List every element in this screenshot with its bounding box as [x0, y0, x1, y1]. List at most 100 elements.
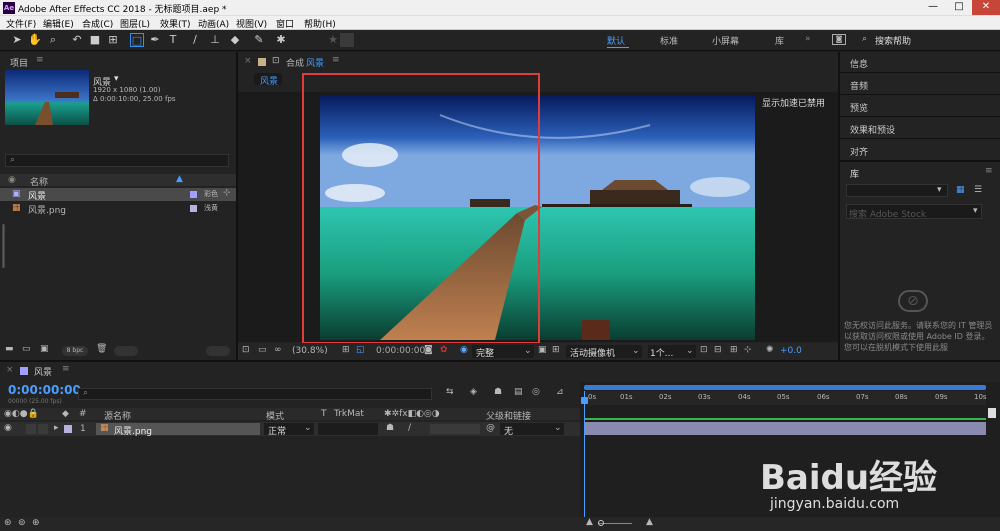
layer-name-cell[interactable]: ▦ 风景.png — [96, 423, 260, 437]
solo-toggle[interactable] — [26, 424, 36, 434]
render-toggle-button[interactable] — [206, 346, 230, 356]
panel-menu-icon[interactable]: ≡ — [985, 166, 993, 176]
exposure-value[interactable]: +0.0 — [780, 346, 802, 356]
expand-arrow-icon[interactable]: ▸ — [54, 423, 59, 433]
panel-menu-icon[interactable]: ≡ — [62, 364, 70, 374]
close-tab-icon[interactable]: × — [6, 365, 14, 375]
sort-ascending-icon[interactable]: ▲ — [176, 174, 183, 184]
layer-search-input[interactable]: ⌕ — [78, 388, 432, 400]
lock-toggle[interactable] — [38, 424, 48, 434]
eye-icon[interactable]: ◉ — [4, 423, 12, 433]
lock-icon[interactable] — [20, 367, 28, 375]
parent-select[interactable]: 无 ⌄ — [500, 423, 564, 437]
region-icon[interactable]: ◱ — [356, 345, 365, 355]
project-row-composition[interactable]: ▣ 风景 彩色 ⊹ — [0, 188, 236, 202]
menu-window[interactable]: 窗口 — [276, 17, 294, 30]
pen-tool-icon[interactable]: ✒ — [148, 33, 162, 47]
menu-layer[interactable]: 图层(L) — [120, 17, 150, 30]
switch-toggles[interactable] — [430, 424, 480, 434]
quality-switch-icon[interactable]: / — [408, 423, 411, 433]
viewer-timecode[interactable]: 0:00:00:00 — [376, 346, 425, 356]
workspace-standard[interactable]: 标准 — [660, 34, 678, 47]
exposure-icon[interactable]: ✺ — [766, 345, 774, 355]
library-panel-title[interactable]: 库 — [850, 167, 859, 180]
label-color-swatch[interactable] — [190, 205, 197, 212]
menu-file[interactable]: 文件(F) — [6, 17, 36, 30]
playhead-handle[interactable] — [581, 397, 588, 404]
monitor-icon[interactable]: ▭ — [258, 345, 267, 355]
lock-icon[interactable] — [258, 58, 266, 66]
list-view-icon[interactable]: ☰ — [974, 185, 982, 195]
composition-tab-prefix[interactable]: 合成 — [286, 56, 304, 69]
menu-help[interactable]: 帮助(H) — [304, 17, 336, 30]
views-select[interactable]: 1个... ⌄ — [648, 345, 696, 359]
brush-tool-icon[interactable]: / — [188, 33, 202, 47]
roto-brush-tool-icon[interactable]: ✎ — [252, 33, 266, 47]
timeline-icon[interactable]: ⊞ — [730, 345, 738, 355]
audio-panel-tab[interactable]: 音频 — [850, 79, 868, 92]
project-search-input[interactable]: ⌕ — [5, 154, 229, 167]
always-preview-icon[interactable]: ⊡ — [242, 345, 250, 355]
minimize-button[interactable]: — — [920, 0, 946, 15]
bit-depth-button[interactable]: 8 bpc — [62, 346, 88, 356]
source-name-header[interactable]: 源名称 — [104, 409, 131, 422]
project-row-footage[interactable]: ▦ 风景.png 浅黄 — [0, 202, 236, 216]
motion-blur-icon[interactable]: ◎ — [532, 387, 540, 397]
layer-row[interactable]: ◉ ▸ 1 ▦ 风景.png 正常 ⌄ ☗ / @ 无 ⌄ — [0, 422, 580, 437]
menu-composition[interactable]: 合成(C) — [82, 17, 113, 30]
star-icon[interactable]: ★ — [326, 33, 340, 47]
workspace-more-icon[interactable]: » — [805, 34, 811, 44]
show-channel-icon[interactable]: ✿ — [440, 345, 448, 355]
new-composition-icon[interactable]: ▣ — [40, 344, 49, 354]
layer-label-swatch[interactable] — [64, 425, 72, 433]
align-panel-tab[interactable]: 对齐 — [850, 145, 868, 158]
flowchart-icon[interactable]: ⊹ — [744, 345, 752, 355]
comp-marker-icon[interactable] — [988, 408, 996, 418]
quality-select[interactable]: 完整 ⌄ — [472, 345, 534, 359]
interpret-footage-icon[interactable]: ▬ — [5, 344, 14, 354]
menu-view[interactable]: 视图(V) — [236, 17, 267, 30]
timeline-timecode[interactable]: 0:00:00:00 — [8, 383, 81, 397]
zoom-out-icon[interactable]: ▲ — [586, 517, 593, 527]
mask-visibility-icon[interactable]: ∞ — [274, 345, 282, 355]
render-time-icon[interactable]: ⊕ — [32, 518, 40, 528]
workspace-library[interactable]: 库 — [775, 34, 784, 47]
flowchart-icon[interactable]: ⊹ — [223, 188, 231, 198]
text-tool-icon[interactable]: T — [166, 33, 180, 47]
snapping-icon[interactable] — [340, 33, 354, 47]
trkmat-select[interactable] — [318, 423, 378, 435]
search-help-input[interactable]: 搜索帮助 — [875, 34, 911, 47]
info-panel-tab[interactable]: 信息 — [850, 57, 868, 70]
shy-switch-icon[interactable]: ☗ — [386, 423, 394, 433]
close-tab-icon[interactable]: × — [244, 56, 252, 66]
delete-icon[interactable]: 🗑 — [96, 344, 107, 354]
sync-icon[interactable]: ◙ — [832, 34, 846, 45]
toggle-pixel-icon[interactable]: ⊡ — [700, 345, 708, 355]
preview-panel-tab[interactable]: 预览 — [850, 101, 868, 114]
composition-tab-name[interactable]: 风景 — [306, 56, 324, 69]
zoom-slider-handle[interactable] — [598, 520, 604, 526]
pick-whip-icon[interactable]: @ — [486, 423, 495, 433]
library-select[interactable]: ▾ — [846, 184, 948, 197]
workspace-small-screen[interactable]: 小屏幕 — [712, 34, 739, 47]
shy-icon[interactable]: ☗ — [494, 387, 502, 397]
toggle-button[interactable] — [114, 346, 138, 356]
zoom-level[interactable]: (30.8%) — [292, 346, 328, 356]
work-area-bar[interactable] — [584, 385, 986, 390]
layer-duration-bar[interactable] — [584, 422, 986, 435]
grid-view-icon[interactable]: ▦ — [956, 185, 965, 195]
effects-presets-panel-tab[interactable]: 效果和预设 — [850, 123, 895, 136]
selection-tool-icon[interactable]: ➤ — [10, 33, 24, 47]
hand-tool-icon[interactable]: ✋ — [28, 33, 42, 47]
clone-stamp-tool-icon[interactable]: ⊥ — [208, 33, 222, 47]
draft-3d-icon[interactable]: ◈ — [470, 387, 477, 397]
frame-blending-icon[interactable]: ▤ — [514, 387, 523, 397]
zoom-tool-icon[interactable]: ⌕ — [46, 33, 60, 47]
viewer-area[interactable]: 显示加速已禁用 — [238, 73, 838, 344]
item-dropdown-icon[interactable]: ▾ — [114, 74, 119, 84]
color-icon[interactable]: ◉ — [460, 345, 468, 355]
playhead[interactable] — [584, 391, 585, 531]
name-column-header[interactable]: 名称 — [30, 175, 48, 188]
close-button[interactable]: ✕ — [972, 0, 1000, 15]
timeline-tab[interactable]: 风景 — [34, 365, 52, 378]
